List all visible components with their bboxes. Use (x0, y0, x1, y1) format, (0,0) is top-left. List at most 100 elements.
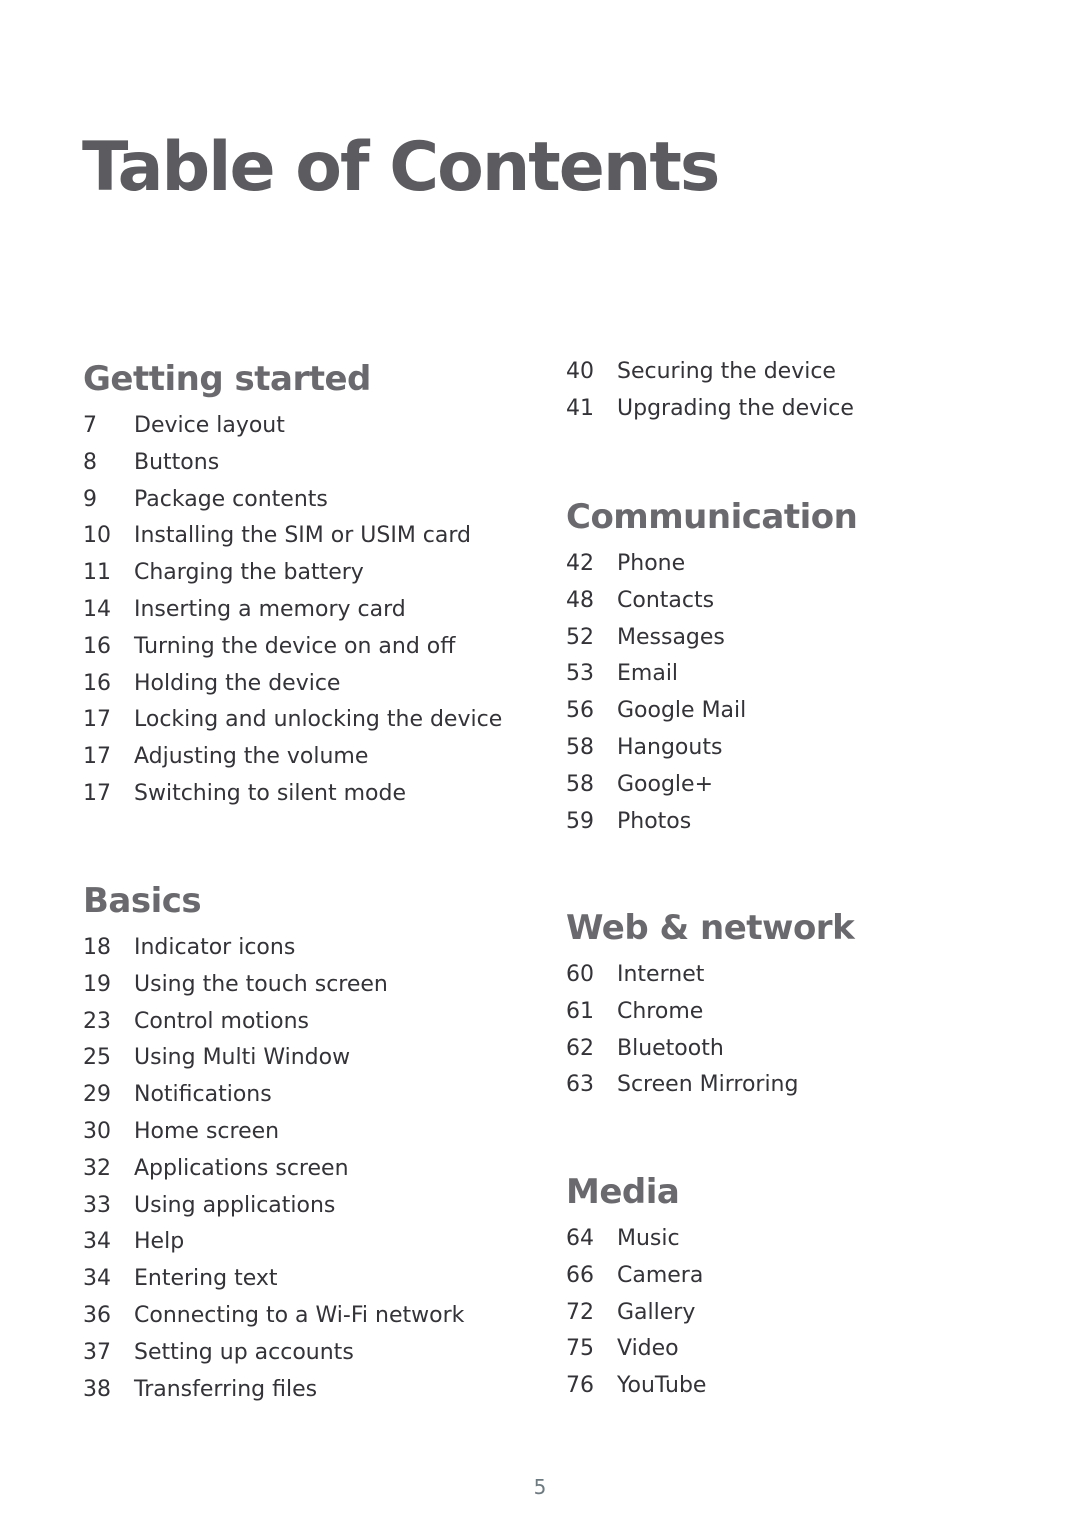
toc-entry[interactable]: 32 Applications screen (83, 1151, 464, 1188)
toc-page-number: 58 (566, 771, 594, 797)
section-getting-started: Getting started 7 Device layout 8 Buttons 9 P… (83, 356, 502, 813)
section-web-network: Web & network 60 Internet 61 Chrome 62 Blueto… (566, 905, 855, 1104)
toc-entry[interactable]: 59 Photos (566, 804, 857, 841)
toc-page-number: 23 (83, 1008, 111, 1034)
toc-entry[interactable]: 40 Securing the device (566, 354, 854, 391)
toc-entry-label: Inserting a memory card (134, 596, 406, 622)
toc-entry-label: Help (134, 1229, 185, 1255)
toc-entry[interactable]: 41 Upgrading the device (566, 391, 854, 428)
toc-entry[interactable]: 16 Holding the device (83, 666, 502, 703)
toc-entry-label: Google Mail (617, 698, 747, 724)
toc-page-number: 42 (566, 551, 594, 576)
toc-entry-label: Installing the SIM or USIM card (134, 523, 471, 549)
toc-page-number: 25 (83, 1045, 111, 1071)
toc-entry[interactable]: 7 Device layout (83, 408, 502, 445)
toc-entry[interactable]: 30 Home screen (83, 1114, 464, 1151)
toc-entry[interactable]: 17 Locking and unlocking the device (83, 702, 502, 739)
toc-entry[interactable]: 23 Control motions (83, 1004, 464, 1041)
toc-entry[interactable]: 34 Help (83, 1224, 464, 1261)
toc-entry-label: Switching to silent mode (134, 780, 407, 806)
toc-entry-label: Notifications (134, 1082, 272, 1108)
toc-page-number: 17 (83, 780, 111, 806)
toc-entry[interactable]: 29 Notifications (83, 1077, 464, 1114)
toc-entry-label: Buttons (134, 449, 220, 475)
toc-page-number: 36 (83, 1302, 111, 1328)
toc-entry[interactable]: 58 Hangouts (566, 730, 857, 767)
toc-entry[interactable]: 16 Turning the device on and off (83, 629, 502, 666)
toc-entry[interactable]: 33 Using applications (83, 1188, 464, 1225)
page-number: 5 (533, 1475, 547, 1499)
toc-entry-label: Video (617, 1336, 679, 1362)
toc-page-number: 37 (83, 1339, 111, 1365)
toc-entry[interactable]: 66 Camera (566, 1258, 706, 1295)
toc-page-number: 61 (566, 998, 594, 1024)
toc-entry[interactable]: 19 Using the touch screen (83, 967, 464, 1004)
toc-page-number: 64 (566, 1226, 594, 1251)
toc-entry[interactable]: 72 Gallery (566, 1295, 706, 1332)
toc-page-number: 53 (566, 661, 594, 687)
section-media: Media 64 Music 66 Camera 72 Gallery 75 Video 76 Y… (566, 1169, 706, 1405)
toc-entry-label: YouTube (617, 1373, 707, 1399)
toc-entry[interactable]: 75 Video (566, 1331, 706, 1368)
toc-page-number: 52 (566, 624, 594, 650)
toc-entry[interactable]: 11 Charging the battery (83, 555, 502, 592)
toc-entry[interactable]: 18 Indicator icons (83, 930, 464, 967)
toc-entry[interactable]: 48 Contacts (566, 583, 857, 620)
toc-page-number: 11 (83, 560, 111, 586)
toc-entry-label: Adjusting the volume (134, 744, 369, 770)
toc-page-number: 34 (83, 1266, 111, 1292)
toc-page-number: 34 (83, 1229, 111, 1255)
toc-page-number: 66 (566, 1262, 594, 1288)
toc-entry[interactable]: 53 Email (566, 656, 857, 693)
toc-page-number: 60 (566, 962, 594, 987)
section-heading: Communication (566, 497, 858, 537)
toc-entry[interactable]: 62 Bluetooth (566, 1031, 854, 1068)
toc-page-number: 56 (566, 698, 594, 724)
toc-page-number: 75 (566, 1336, 594, 1362)
toc-entry-label: Gallery (617, 1299, 696, 1325)
toc-page-number: 40 (566, 359, 594, 384)
toc-entry-label: Messages (617, 624, 725, 650)
toc-entry-label: Control motions (134, 1008, 310, 1034)
toc-entry-label: Holding the device (134, 670, 341, 696)
toc-entry[interactable]: 64 Music (566, 1221, 706, 1258)
toc-page-number: 62 (566, 1035, 594, 1061)
toc-page-number: 48 (566, 587, 594, 613)
toc-entry-label: Connecting to a Wi-Fi network (134, 1302, 465, 1328)
toc-entry-label: Package contents (134, 486, 328, 512)
toc-entry-label: Applications screen (134, 1155, 349, 1181)
toc-page-number: 17 (83, 744, 111, 770)
toc-entry[interactable]: 56 Google Mail (566, 693, 857, 730)
toc-entry[interactable]: 17 Adjusting the volume (83, 739, 502, 776)
section-heading: Basics (83, 881, 202, 921)
toc-entry-label: Turning the device on and off (134, 633, 456, 659)
toc-entry[interactable]: 63 Screen Mirroring (566, 1067, 854, 1104)
toc-entry[interactable]: 17 Switching to silent mode (83, 776, 502, 813)
toc-entry[interactable]: 8 Buttons (83, 445, 502, 482)
toc-entry[interactable]: 34 Entering text (83, 1261, 464, 1298)
toc-entry-label: Internet (617, 962, 705, 987)
toc-entry[interactable]: 9 Package contents (83, 482, 502, 519)
toc-entry[interactable]: 42 Phone (566, 546, 857, 583)
toc-entry[interactable]: 37 Setting up accounts (83, 1335, 464, 1372)
toc-entry-label: Photos (617, 808, 692, 834)
toc-entry[interactable]: 76 YouTube (566, 1368, 706, 1405)
toc-entry[interactable]: 36 Connecting to a Wi-Fi network (83, 1298, 464, 1335)
toc-entry[interactable]: 10 Installing the SIM or USIM card (83, 518, 502, 555)
section-heading: Getting started (83, 359, 371, 399)
toc-entry-label: Chrome (617, 998, 704, 1024)
toc-entry[interactable]: 60 Internet (566, 957, 854, 994)
toc-entry[interactable]: 58 Google+ (566, 767, 857, 804)
toc-entry[interactable]: 25 Using Multi Window (83, 1040, 464, 1077)
toc-entry[interactable]: 52 Messages (566, 620, 857, 657)
page-title: Table of Contents (82, 128, 720, 207)
toc-entry-label: Contacts (617, 587, 715, 613)
toc-entry[interactable]: 61 Chrome (566, 994, 854, 1031)
toc-page-number: 58 (566, 734, 594, 760)
section-heading: Web & network (566, 908, 855, 948)
toc-entry[interactable]: 38 Transferring files (83, 1372, 464, 1409)
toc-page-number: 16 (83, 670, 111, 696)
toc-entry[interactable]: 14 Inserting a memory card (83, 592, 502, 629)
section-heading: Media (566, 1172, 680, 1212)
toc-page-number: 30 (83, 1118, 111, 1144)
